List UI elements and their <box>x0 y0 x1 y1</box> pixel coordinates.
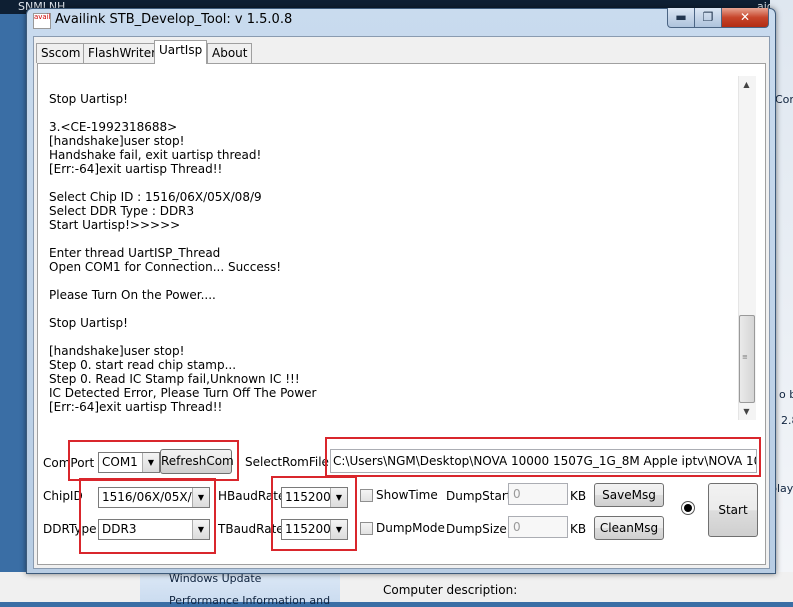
dumpsize-field[interactable]: 0 <box>508 516 568 538</box>
dumpsize-label: DumpSize <box>446 522 507 536</box>
log-line: IC Detected Error, Please Turn Off The P… <box>49 386 317 400</box>
scrollbar-grip-icon: ≡ <box>742 353 748 361</box>
dumpmode-checkbox[interactable] <box>360 522 373 535</box>
dumpstart-label: DumpStart <box>446 489 512 503</box>
log-line: Handshake fail, exit uartisp thread! <box>49 148 262 162</box>
log-line: [Err:-64]exit uartisp Thread!! <box>49 400 223 414</box>
log-line: [handshake]user stop! <box>49 134 185 148</box>
desktop-right-text: Con <box>775 93 793 106</box>
highlight-box-rom-file <box>325 437 761 477</box>
dumpsize-kb-label: KB <box>570 522 587 536</box>
select-rom-file-label: SelectRomFile <box>245 455 329 469</box>
maximize-button[interactable]: ❐ <box>694 8 722 28</box>
scroll-down-arrow-icon[interactable]: ▼ <box>738 403 755 420</box>
highlight-box-baud <box>271 476 357 551</box>
status-indicator-dot-icon <box>684 504 692 512</box>
dumpstart-kb-label: KB <box>570 489 587 503</box>
log-line: Step 0. start read chip stamp... <box>49 358 237 372</box>
log-line: [handshake]user stop! <box>49 344 185 358</box>
scroll-up-arrow-icon[interactable]: ▲ <box>738 76 755 93</box>
tab-sscom[interactable]: Sscom <box>36 43 86 63</box>
minimize-button[interactable]: ▬ <box>667 8 695 28</box>
close-button[interactable]: ✕ <box>721 8 769 28</box>
log-line: Open COM1 for Connection... Success! <box>49 260 282 274</box>
dumpmode-label: DumpMode <box>376 521 445 535</box>
dumpsize-value: 0 <box>513 520 521 534</box>
tab-uartisp[interactable]: UartIsp <box>154 40 208 64</box>
highlight-box-comport <box>68 440 239 481</box>
clean-msg-button[interactable]: CleanMsg <box>594 516 664 540</box>
log-line: Select DDR Type : DDR3 <box>49 204 195 218</box>
dumpstart-field[interactable]: 0 <box>508 483 568 505</box>
window-title: Availink STB_Develop_Tool: v 1.5.0.8 <box>55 12 293 27</box>
log-line: 3.<CE-1992318688> <box>49 120 178 134</box>
message-log[interactable]: Stop Uartisp! 3.<CE-1992318688> [handshake… <box>44 76 738 420</box>
log-line: Step 0. Read IC Stamp fail,Unknown IC !!… <box>49 372 300 386</box>
desktop-right-text: 2.8 <box>781 414 793 427</box>
log-line: Please Turn On the Power.... <box>49 288 216 302</box>
log-line: Enter thread UartISP_Thread <box>49 246 221 260</box>
tab-about[interactable]: About <box>207 43 253 63</box>
control-panel-sidebar: Windows Update Performance Information a… <box>140 572 340 607</box>
log-line: [Err:-64]exit uartisp Thread!! <box>49 162 223 176</box>
computer-description-label: Computer description: <box>383 583 518 597</box>
log-line: Stop Uartisp! <box>49 92 128 106</box>
highlight-box-chip-ddr <box>79 478 216 554</box>
log-line: Select Chip ID : 1516/06X/05X/08/9 <box>49 190 262 204</box>
app-logo-icon: avail <box>33 13 51 29</box>
showtime-label: ShowTime <box>376 488 438 502</box>
dumpstart-value: 0 <box>513 487 521 501</box>
tab-flashwriter[interactable]: FlashWriter <box>83 43 162 63</box>
showtime-checkbox[interactable] <box>360 489 373 502</box>
log-line: Stop Uartisp! <box>49 316 128 330</box>
chipid-label: ChipID <box>43 489 83 503</box>
save-msg-button[interactable]: SaveMsg <box>594 483 664 507</box>
desktop-right-text: o b <box>779 388 793 401</box>
start-button[interactable]: Start <box>708 483 758 537</box>
log-line: Start Uartisp!>>>>> <box>49 218 181 232</box>
performance-info-link[interactable]: Performance Information and <box>169 594 330 607</box>
